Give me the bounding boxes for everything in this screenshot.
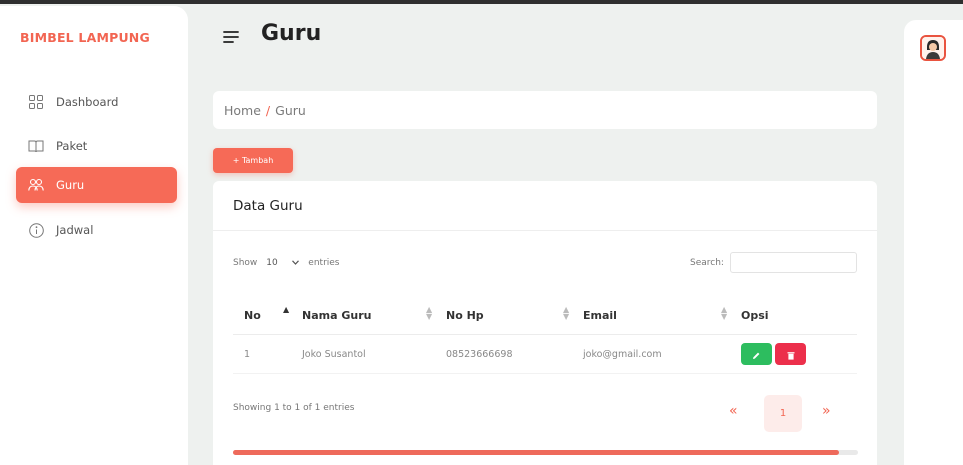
grid-icon xyxy=(28,94,44,110)
column-header-email[interactable]: Email xyxy=(583,309,617,322)
column-header-nama-guru[interactable]: Nama Guru xyxy=(302,309,371,322)
cell-nama-guru: Joko Susantol xyxy=(302,349,366,360)
window-top-border xyxy=(0,0,963,4)
search-label: Search: xyxy=(690,258,724,268)
pagination-next[interactable]: » xyxy=(822,403,831,419)
pagination-prev[interactable]: « xyxy=(729,403,738,419)
breadcrumb-current: Guru xyxy=(275,102,306,118)
column-header-no[interactable]: No xyxy=(244,309,261,322)
column-header-opsi[interactable]: Opsi xyxy=(741,309,769,322)
pagination-page-1[interactable]: 1 xyxy=(764,395,802,432)
sidebar-item-label: Dashboard xyxy=(56,95,119,109)
table-header-divider xyxy=(233,334,857,335)
entries-select[interactable]: 10 xyxy=(261,253,304,272)
sidebar-item-label: Paket xyxy=(56,139,88,153)
cell-no: 1 xyxy=(244,349,251,360)
right-panel xyxy=(904,20,963,465)
sidebar-item-guru[interactable]: Guru xyxy=(16,167,177,203)
cell-no-hp: 08523666698 xyxy=(446,349,513,360)
card-title: Data Guru xyxy=(213,181,877,231)
data-guru-card: Data Guru Show 10 entries Search: No ▲ N… xyxy=(213,181,877,465)
sort-both-icon: ▲ ▼ xyxy=(721,305,728,321)
hamburger-icon[interactable] xyxy=(223,29,239,43)
show-entries-control: Show 10 entries xyxy=(233,253,340,272)
edit-button[interactable] xyxy=(741,343,772,365)
sort-both-icon: ▲ ▼ xyxy=(426,305,433,321)
page-title: Guru xyxy=(261,21,322,46)
sidebar-item-label: Guru xyxy=(56,178,85,192)
horizontal-scrollbar[interactable] xyxy=(233,450,858,455)
breadcrumb: Home / Guru xyxy=(213,91,877,129)
sidebar: BIMBEL LAMPUNG Dashboard Paket Guru Jadw… xyxy=(0,6,188,465)
chevron-down-icon xyxy=(292,258,300,268)
book-icon xyxy=(28,138,44,154)
sidebar-item-paket[interactable]: Paket xyxy=(16,128,177,164)
entries-value: 10 xyxy=(266,257,278,268)
sidebar-item-jadwal[interactable]: Jadwal xyxy=(16,212,177,248)
table-info: Showing 1 to 1 of 1 entries xyxy=(233,403,355,413)
sort-both-icon: ▲ ▼ xyxy=(563,305,570,321)
users-icon xyxy=(28,177,44,193)
breadcrumb-separator: / xyxy=(265,102,271,118)
scrollbar-thumb[interactable] xyxy=(233,450,840,455)
column-header-no-hp[interactable]: No Hp xyxy=(446,309,484,322)
sidebar-item-dashboard[interactable]: Dashboard xyxy=(16,84,177,120)
entries-label: entries xyxy=(308,257,340,268)
info-icon xyxy=(28,222,44,238)
pencil-icon xyxy=(752,345,761,364)
breadcrumb-home[interactable]: Home xyxy=(224,103,261,118)
sidebar-item-label: Jadwal xyxy=(56,223,94,237)
avatar[interactable] xyxy=(920,35,946,61)
search-input[interactable] xyxy=(730,252,857,273)
show-label: Show xyxy=(233,257,258,268)
cell-email: joko@gmail.com xyxy=(583,349,662,360)
add-guru-button[interactable]: + Tambah xyxy=(213,148,293,173)
trash-icon xyxy=(787,345,795,364)
brand-logo[interactable]: BIMBEL LAMPUNG xyxy=(20,30,150,45)
table-row-divider xyxy=(233,373,857,374)
delete-button[interactable] xyxy=(775,343,806,365)
sort-asc-icon: ▲ xyxy=(283,305,290,314)
